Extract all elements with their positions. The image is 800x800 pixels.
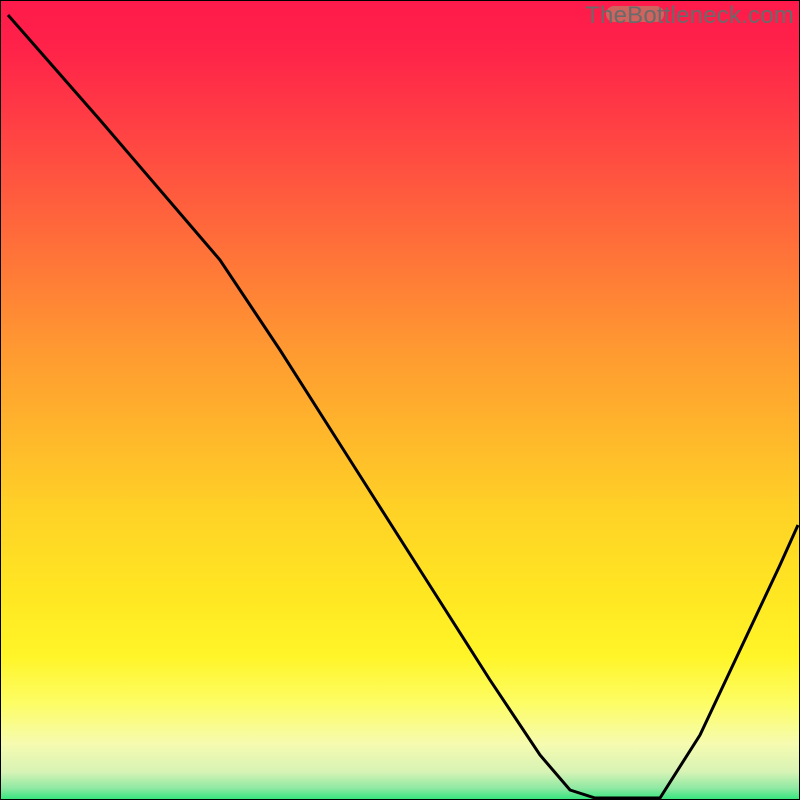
bottleneck-curve: [8, 15, 798, 798]
watermark-text: TheBottleneck.com: [585, 2, 794, 30]
chart-line-plot: [0, 0, 800, 800]
